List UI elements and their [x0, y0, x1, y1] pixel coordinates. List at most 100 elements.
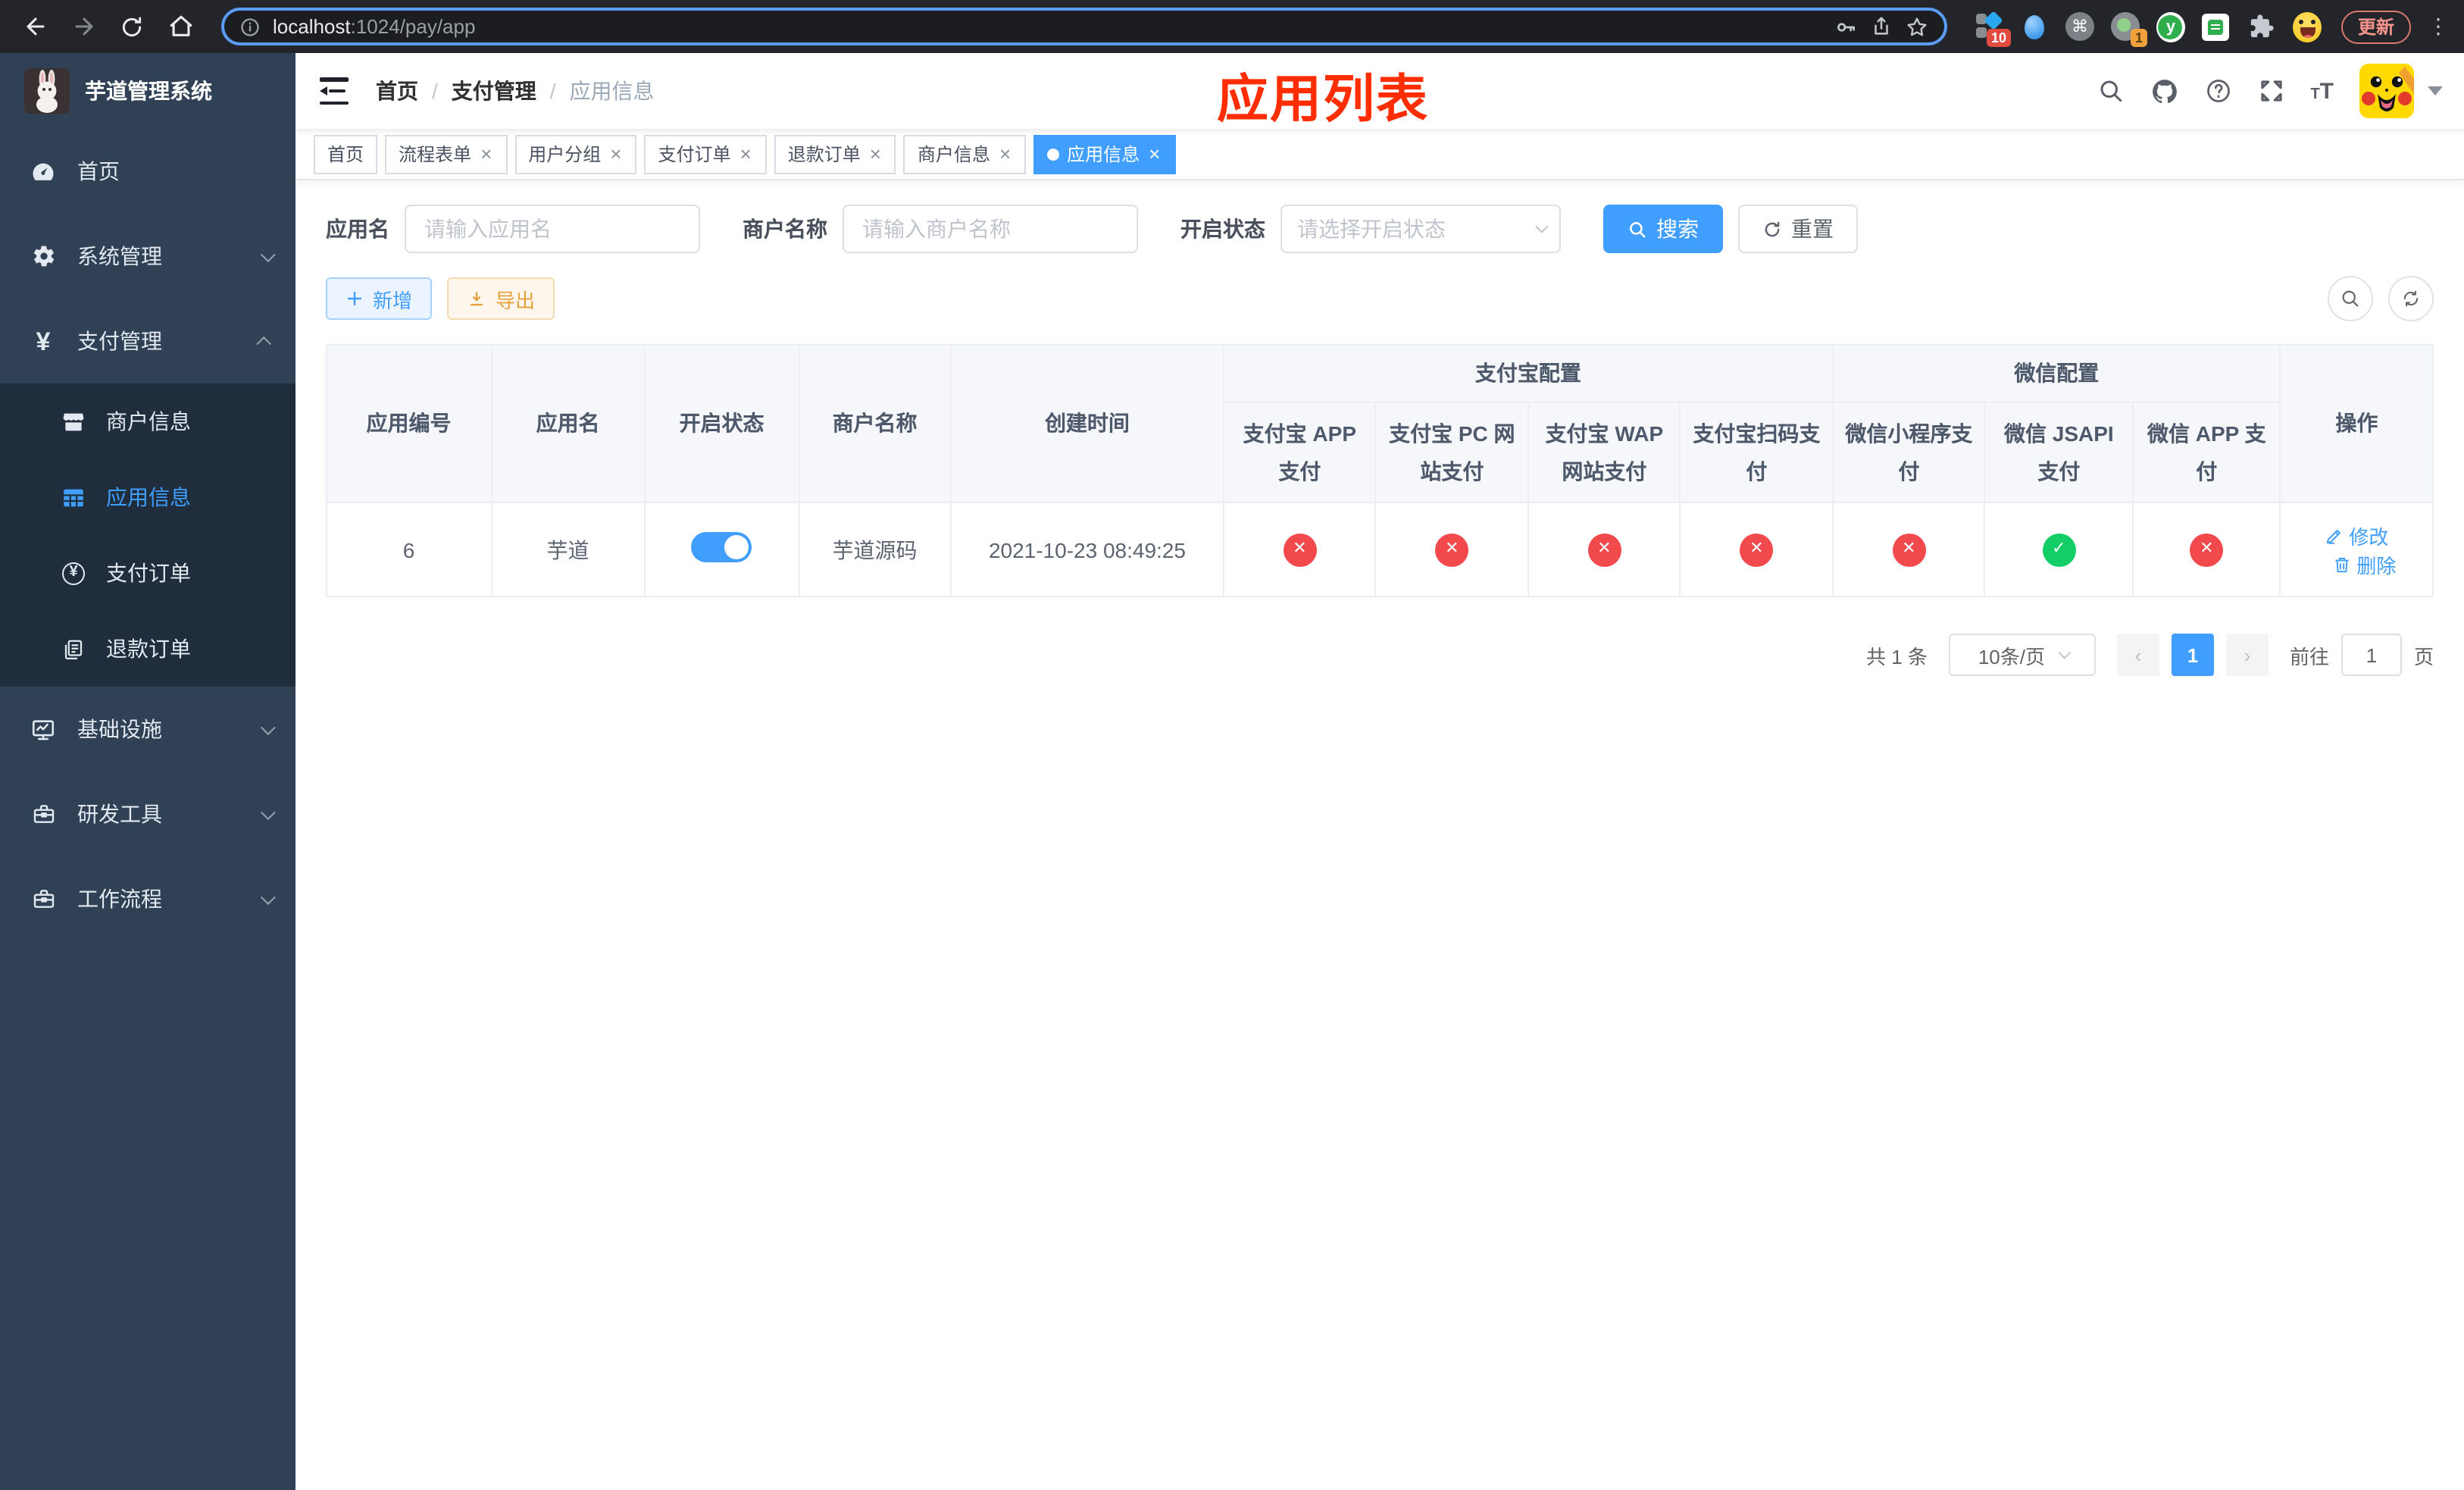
- extension-zeal-icon[interactable]: 10: [1975, 11, 2011, 47]
- tab-user-group[interactable]: 用户分组 ×: [514, 134, 637, 174]
- app-name-input[interactable]: [405, 205, 700, 253]
- extension-balloon-icon[interactable]: [2020, 12, 2049, 41]
- page-size-select[interactable]: 10条/页: [1948, 634, 2096, 676]
- sidebar-menu: 首页 系统管理 ¥ 支付管理 商户信息 应用信息 ¥ 支付订单 退款订单 基础设…: [0, 129, 295, 1490]
- download-icon: [470, 291, 483, 305]
- tab-process-form[interactable]: 流程表单 ×: [385, 134, 508, 174]
- edit-link[interactable]: 修改: [2325, 521, 2388, 549]
- zeal-square-icon: [1975, 27, 1987, 38]
- sidebar-item-dev-tools[interactable]: 研发工具: [0, 772, 295, 856]
- browser-menu-icon[interactable]: ⋮: [2428, 14, 2449, 39]
- browser-reload-button[interactable]: [112, 7, 152, 46]
- font-size-icon[interactable]: TT: [2310, 78, 2334, 104]
- close-icon[interactable]: ×: [479, 144, 493, 164]
- reset-button[interactable]: 重置: [1738, 205, 1858, 253]
- col-status: 开启状态: [644, 344, 800, 503]
- chrome-update-button[interactable]: 更新: [2340, 10, 2411, 43]
- tab-home[interactable]: 首页: [314, 134, 378, 174]
- sidebar-item-refund-orders[interactable]: 退款订单: [0, 611, 295, 687]
- sidebar-item-workflow[interactable]: 工作流程: [0, 856, 295, 941]
- gear-icon: [30, 244, 56, 268]
- refresh-table-button[interactable]: [2388, 276, 2434, 321]
- extension-command-icon[interactable]: ⌘: [2065, 12, 2094, 41]
- app-logo: [24, 68, 70, 114]
- tab-app-info[interactable]: 应用信息 ×: [1033, 134, 1176, 174]
- share-icon[interactable]: [1870, 15, 1893, 38]
- toggle-search-button[interactable]: [2328, 276, 2373, 321]
- sidebar-item-pay-orders[interactable]: ¥ 支付订单: [0, 535, 295, 611]
- extension-chat-icon[interactable]: [2202, 12, 2231, 41]
- page-number-1[interactable]: 1: [2171, 634, 2214, 676]
- status-select[interactable]: 请选择开启状态: [1280, 205, 1561, 253]
- close-icon[interactable]: ×: [1147, 144, 1162, 164]
- filter-form: 应用名 商户名称 开启状态 请选择开启状态 搜索: [326, 205, 2434, 253]
- breadcrumb-separator: /: [432, 79, 438, 103]
- search-button[interactable]: 搜索: [1603, 205, 1723, 253]
- github-icon[interactable]: [2150, 77, 2178, 105]
- extensions-puzzle-icon[interactable]: [2247, 12, 2276, 41]
- tags-view: 首页 流程表单 × 用户分组 × 支付订单 × 退款订单 × 商户信息 × 应用信息 ×: [295, 129, 2464, 180]
- pencil-icon: [2327, 528, 2341, 543]
- tab-refund-orders[interactable]: 退款订单 ×: [774, 134, 896, 174]
- alipay-wap-status-icon: [1587, 533, 1621, 566]
- user-avatar[interactable]: [2359, 64, 2414, 118]
- emoji-face-icon: [2292, 11, 2322, 42]
- close-icon[interactable]: ×: [998, 144, 1012, 164]
- help-icon[interactable]: [2204, 77, 2231, 105]
- url-path: :1024/pay/app: [350, 15, 476, 38]
- browser-home-button[interactable]: [161, 7, 200, 46]
- fullscreen-icon[interactable]: [2257, 77, 2284, 105]
- status-toggle[interactable]: [691, 532, 752, 562]
- chevron-down-icon: [1535, 220, 1549, 233]
- app-title: 芋道管理系统: [85, 79, 212, 103]
- chevron-down-icon: [260, 719, 276, 735]
- sidebar-item-infrastructure[interactable]: 基础设施: [0, 687, 295, 772]
- yen-icon: ¥: [36, 327, 51, 355]
- sidebar-collapse-button[interactable]: [317, 71, 352, 111]
- password-key-icon[interactable]: [1834, 14, 1858, 39]
- add-button[interactable]: 新增: [326, 277, 433, 320]
- col-wx-jsapi: 微信 JSAPI 支付: [1984, 402, 2134, 503]
- payment-submenu: 商户信息 应用信息 ¥ 支付订单 退款订单: [0, 383, 295, 687]
- sidebar-item-payment[interactable]: ¥ 支付管理: [0, 299, 295, 383]
- profile-avatar-icon[interactable]: [2292, 11, 2322, 42]
- tab-pay-orders[interactable]: 支付订单 ×: [644, 134, 767, 174]
- next-page-button[interactable]: ›: [2225, 634, 2269, 676]
- yen-circle-icon: ¥: [61, 562, 86, 584]
- close-icon[interactable]: ×: [608, 144, 623, 164]
- goto-page-input[interactable]: [2340, 634, 2402, 676]
- sidebar-item-system[interactable]: 系统管理: [0, 214, 295, 299]
- cell-created: 2021-10-23 08:49:25: [950, 502, 1224, 597]
- app-logo-row[interactable]: 芋道管理系统: [0, 53, 295, 129]
- close-icon[interactable]: ×: [739, 144, 753, 164]
- merchant-name-input[interactable]: [843, 205, 1138, 253]
- search-icon[interactable]: [2097, 77, 2124, 105]
- bookmark-star-icon[interactable]: [1905, 14, 1929, 39]
- site-info-icon[interactable]: [239, 16, 261, 37]
- browser-back-button[interactable]: [15, 7, 55, 46]
- group-alipay-config: 支付宝配置: [1222, 344, 1834, 403]
- export-button[interactable]: 导出: [447, 277, 555, 320]
- sidebar-item-app-info[interactable]: 应用信息: [0, 459, 295, 535]
- prev-page-button[interactable]: ‹: [2116, 634, 2159, 676]
- sidebar: 芋道管理系统 首页 系统管理 ¥ 支付管理 商户信息 应用信息 ¥ 支付订单 退…: [0, 53, 295, 1490]
- app-name-label: 应用名: [326, 217, 389, 241]
- page-annotation: 应用列表: [1217, 71, 1429, 129]
- extension-recorder-icon[interactable]: 1: [2110, 12, 2147, 47]
- breadcrumb-payment[interactable]: 支付管理: [452, 76, 536, 106]
- chevron-down-icon: [260, 889, 276, 905]
- breadcrumb-home[interactable]: 首页: [376, 76, 418, 106]
- address-bar[interactable]: localhost:1024/pay/app: [221, 8, 1947, 45]
- close-icon[interactable]: ×: [868, 144, 883, 164]
- sidebar-item-home[interactable]: 首页: [0, 129, 295, 214]
- tab-merchant-info[interactable]: 商户信息 ×: [903, 134, 1027, 174]
- sidebar-item-merchant-info[interactable]: 商户信息: [0, 383, 295, 459]
- grid-icon: [61, 484, 86, 510]
- extension-badge: 10: [1986, 29, 2011, 47]
- cell-app-name: 芋道: [490, 502, 646, 597]
- dashboard-icon: [30, 158, 56, 184]
- alipay-qr-status-icon: [1740, 533, 1774, 566]
- extension-y-icon[interactable]: y: [2156, 11, 2185, 42]
- browser-forward-button[interactable]: [64, 7, 103, 46]
- delete-link[interactable]: 删除: [2332, 549, 2396, 578]
